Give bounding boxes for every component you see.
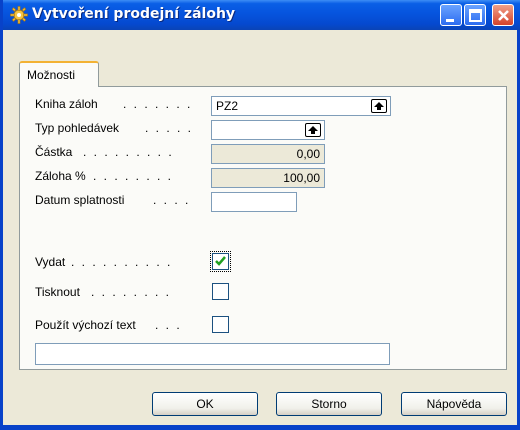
- zaloha-pct-dots: . . . . . . . .: [93, 169, 174, 183]
- castka-field: 0,00: [211, 144, 325, 164]
- napoveda-button[interactable]: Nápověda: [401, 392, 507, 416]
- tab-moznosti[interactable]: Možnosti: [19, 61, 99, 87]
- castka-dots: . . . . . . . . .: [83, 145, 174, 159]
- maximize-button[interactable]: [464, 4, 486, 26]
- minimize-icon: [446, 19, 454, 22]
- title-bar[interactable]: Vytvoření prodejní zálohy: [3, 0, 520, 30]
- maximize-icon: [469, 9, 482, 22]
- kniha-zaloh-label: Kniha záloh: [35, 97, 98, 111]
- pouzit-text-checkbox[interactable]: [212, 316, 229, 333]
- datum-splatnosti-label: Datum splatnosti: [35, 193, 125, 207]
- kniha-zaloh-field[interactable]: PZ2: [211, 96, 391, 116]
- storno-button[interactable]: Storno: [276, 392, 382, 416]
- pouzit-text-dots: . . .: [155, 318, 182, 332]
- check-icon: [215, 256, 226, 266]
- close-icon: [498, 10, 509, 21]
- zaloha-pct-label: Záloha %: [35, 169, 86, 183]
- window-bottom-border: [3, 425, 520, 430]
- typ-pohledavek-dots: . . . . .: [145, 121, 194, 135]
- castka-label: Částka: [35, 145, 73, 159]
- typ-pohledavek-field[interactable]: [211, 120, 325, 140]
- lookup-arrow-icon[interactable]: [305, 123, 321, 137]
- zaloha-pct-field: 100,00: [211, 168, 325, 188]
- minimize-button[interactable]: [440, 4, 462, 26]
- tisknout-label: Tisknout: [35, 285, 80, 299]
- datum-splatnosti-dots: . . . .: [153, 193, 191, 207]
- tisknout-dots: . . . . . . . .: [91, 285, 172, 299]
- tisknout-checkbox[interactable]: [212, 283, 229, 300]
- gear-icon: [10, 6, 28, 24]
- pouzit-text-label: Použít výchozí text: [35, 318, 136, 332]
- vydat-dots: . . . . . . . . . .: [71, 255, 173, 269]
- datum-splatnosti-field[interactable]: [211, 192, 297, 212]
- lookup-arrow-icon[interactable]: [371, 99, 387, 113]
- vydat-label: Vydat: [35, 255, 66, 269]
- zaloha-pct-value: 100,00: [283, 171, 320, 185]
- kniha-zaloh-dots: . . . . . . .: [123, 97, 193, 111]
- tab-label: Možnosti: [27, 68, 76, 82]
- close-button[interactable]: [492, 4, 514, 26]
- castka-value: 0,00: [296, 147, 320, 161]
- vydat-checkbox[interactable]: [210, 251, 231, 272]
- typ-pohledavek-label: Typ pohledávek: [35, 121, 120, 135]
- kniha-zaloh-value: PZ2: [216, 99, 239, 113]
- dialog-window: Vytvoření prodejní zálohy Možnosti Kniha…: [0, 0, 520, 430]
- text-field[interactable]: [35, 343, 390, 365]
- ok-button[interactable]: OK: [152, 392, 258, 416]
- window-title: Vytvoření prodejní zálohy: [32, 6, 236, 22]
